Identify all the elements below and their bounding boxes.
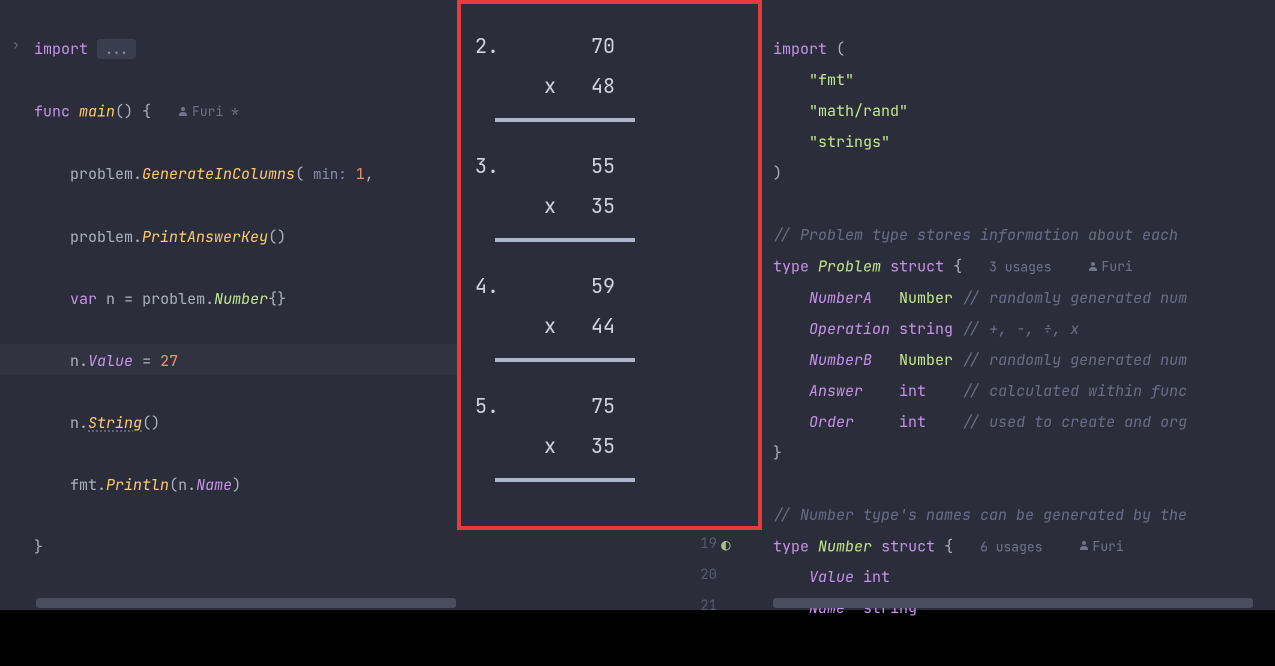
code-line[interactable]: ) [773,158,1275,189]
author-inlay: Furi * [178,96,239,127]
problem-rule [495,238,635,242]
problem-rule [495,478,635,482]
problem-item: 2. 70 x48 [475,26,744,122]
code-line[interactable]: type Problem struct { 3 usages Furi [773,251,1275,283]
code-line[interactable]: NumberA Number // randomly generated num [773,283,1275,314]
person-icon [1079,541,1089,551]
problem-rule [495,118,635,122]
code-line[interactable]: NumberB Number // randomly generated num [773,345,1275,376]
gutter-marker-icon[interactable]: ◐ [721,534,731,555]
code-line[interactable]: Value int [773,562,1275,593]
code-line[interactable]: // Problem type stores information about… [773,220,1275,251]
code-line[interactable]: "fmt" [773,65,1275,96]
usages-inlay[interactable]: 3 usages [989,259,1051,276]
code-line[interactable]: Answer int // calculated within func [773,376,1275,407]
line-number: 20 [685,566,717,584]
import-collapsed[interactable]: ... [97,39,136,59]
person-icon [1088,262,1098,272]
problem-item: 3. 55 x35 [475,146,744,242]
code-line-blank [773,469,1275,500]
problem-rule [495,358,635,362]
horizontal-scrollbar[interactable] [36,598,456,608]
ide-workspace: › import ... func main() { Furi * proble… [0,0,1275,610]
keyword-import: import [34,39,88,59]
line-number: 19 [685,535,717,553]
author-inlay: Furi [1088,251,1133,282]
right-code[interactable]: import ( "fmt" "math/rand" "strings" ) /… [773,0,1275,624]
code-line[interactable]: import ( [773,34,1275,65]
code-line-blank [773,189,1275,220]
code-line[interactable]: Order int // used to create and org [773,407,1275,438]
code-line[interactable]: "strings" [773,127,1275,158]
usages-inlay[interactable]: 6 usages [980,538,1042,555]
code-line[interactable]: "math/rand" [773,96,1275,127]
fold-chevron-icon[interactable]: › [12,36,20,53]
output-panel: 2. 70 x48 3. 55 x35 4. 59 x44 5. 75 x35 [457,0,762,530]
problem-item: 4. 59 x44 [475,266,744,362]
code-line[interactable]: Operation string // +, -, ÷, x [773,314,1275,345]
horizontal-scrollbar[interactable] [773,598,1253,608]
code-line[interactable]: // Number type's names can be generated … [773,500,1275,531]
problem-item: 5. 75 x35 [475,386,744,482]
line-number: 21 [685,597,717,615]
code-line[interactable]: type Number struct { 6 usages Furi [773,531,1275,563]
person-icon [178,107,188,117]
author-inlay: Furi [1079,531,1124,562]
code-line[interactable]: } [773,438,1275,469]
code-line[interactable]: } [0,532,665,563]
